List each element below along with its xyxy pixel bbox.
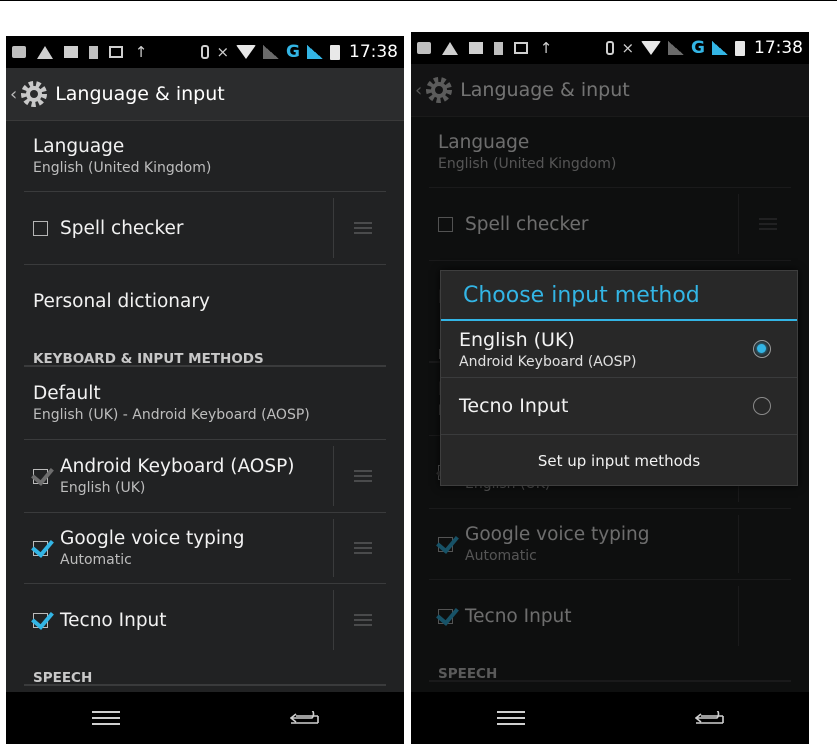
network-type: G <box>286 42 300 62</box>
dialog-title: Choose input method <box>441 271 797 321</box>
signal-icon <box>668 41 685 55</box>
menu-icon[interactable] <box>497 711 525 725</box>
notification-icon <box>417 42 431 54</box>
back-arrow-icon[interactable] <box>695 711 725 726</box>
page-title: Language & input <box>55 83 225 105</box>
setup-input-methods-button[interactable]: Set up input methods <box>441 435 797 487</box>
spell-checker-label: Spell checker <box>60 217 184 239</box>
option-label: English (UK) <box>459 328 575 351</box>
notification-icon <box>12 46 26 58</box>
navigation-bar <box>6 692 404 744</box>
tecno-input-item[interactable]: Tecno Input <box>24 584 386 656</box>
android-keyboard-value: English (UK) <box>60 480 146 496</box>
tecno-input-settings-icon[interactable] <box>354 612 372 628</box>
option-label: Tecno Input <box>459 395 569 417</box>
android-keyboard-settings-icon[interactable] <box>354 468 372 484</box>
mute-icon: ⨯ <box>216 43 230 61</box>
divider <box>333 590 334 650</box>
clock: 17:38 <box>349 42 398 62</box>
back-arrow-icon[interactable] <box>290 711 320 726</box>
divider <box>333 198 334 258</box>
input-method-option[interactable]: Tecno Input <box>441 378 797 435</box>
warning-icon <box>442 41 458 55</box>
clock: 17:38 <box>754 38 803 58</box>
battery-icon <box>735 40 745 56</box>
section-header-keyboard: KEYBOARD & INPUT METHODS <box>24 337 386 367</box>
google-voice-checkbox[interactable] <box>33 540 48 556</box>
radio-selected[interactable] <box>753 340 771 358</box>
network-type: G <box>691 38 705 58</box>
image-icon <box>109 46 123 58</box>
google-voice-label: Google voice typing <box>60 528 245 549</box>
radio-unselected[interactable] <box>753 397 771 415</box>
personal-dictionary-item[interactable]: Personal dictionary <box>24 265 386 337</box>
google-voice-value: Automatic <box>60 552 132 568</box>
warning-icon <box>37 45 53 59</box>
sim-icon <box>494 41 503 55</box>
personal-dictionary-label: Personal dictionary <box>33 290 210 312</box>
settings-gear-icon <box>21 81 48 107</box>
wifi-icon <box>641 41 662 55</box>
phone-screen-dialog: ↑ ⨯ G 17:38 ‹ Language & input Language … <box>411 32 809 744</box>
google-voice-item[interactable]: Google voice typing Automatic <box>24 513 386 584</box>
android-keyboard-checkbox <box>33 468 48 484</box>
settings-list: Language English (United Kingdom) Spell … <box>6 121 404 686</box>
input-method-option[interactable]: English (UK) Android Keyboard (AOSP) <box>441 321 797 378</box>
language-value: English (United Kingdom) <box>33 160 212 176</box>
choose-input-method-dialog: Choose input method English (UK) Android… <box>440 270 798 486</box>
language-item[interactable]: Language English (United Kingdom) <box>24 121 386 192</box>
menu-icon[interactable] <box>92 711 120 725</box>
sim-icon <box>89 45 98 59</box>
mute-icon: ⨯ <box>621 39 635 57</box>
image-icon <box>514 42 528 54</box>
default-label: Default <box>33 383 101 404</box>
navigation-bar <box>411 692 809 744</box>
back-chevron-icon[interactable]: ‹ <box>10 84 17 105</box>
mail-icon <box>64 46 78 58</box>
mail-icon <box>469 42 483 54</box>
action-bar[interactable]: ‹ Language & input <box>6 68 404 121</box>
spell-checker-settings-icon[interactable] <box>354 220 372 236</box>
tecno-input-checkbox[interactable] <box>33 612 48 628</box>
battery-icon <box>330 44 340 60</box>
phone-screen-settings: ↑ ⨯ G 17:38 ‹ Language & input Language … <box>6 36 404 744</box>
option-sub: Android Keyboard (AOSP) <box>459 353 637 370</box>
spell-checker-item[interactable]: Spell checker <box>24 192 386 265</box>
language-label: Language <box>33 136 125 157</box>
signal-icon-2 <box>712 41 728 55</box>
wifi-icon <box>236 45 257 59</box>
signal-icon-2 <box>307 45 323 59</box>
status-bar: ↑ ⨯ G 17:38 <box>6 36 404 68</box>
top-border <box>0 0 837 1</box>
android-keyboard-label: Android Keyboard (AOSP) <box>60 456 295 477</box>
google-voice-settings-icon[interactable] <box>354 540 372 556</box>
divider <box>333 519 334 577</box>
spell-checker-checkbox[interactable] <box>33 220 48 236</box>
upload-icon: ↑ <box>134 43 148 61</box>
tecno-input-label: Tecno Input <box>60 609 167 631</box>
bluetooth-icon <box>201 45 210 59</box>
divider <box>333 446 334 506</box>
bluetooth-icon <box>606 41 615 55</box>
signal-icon <box>263 45 280 59</box>
android-keyboard-item[interactable]: Android Keyboard (AOSP) English (UK) <box>24 440 386 513</box>
default-input-item[interactable]: Default English (UK) - Android Keyboard … <box>24 367 386 440</box>
upload-icon: ↑ <box>539 39 553 57</box>
section-header-speech: SPEECH <box>24 656 386 686</box>
default-value: English (UK) - Android Keyboard (AOSP) <box>33 407 310 423</box>
status-bar: ↑ ⨯ G 17:38 <box>411 32 809 64</box>
